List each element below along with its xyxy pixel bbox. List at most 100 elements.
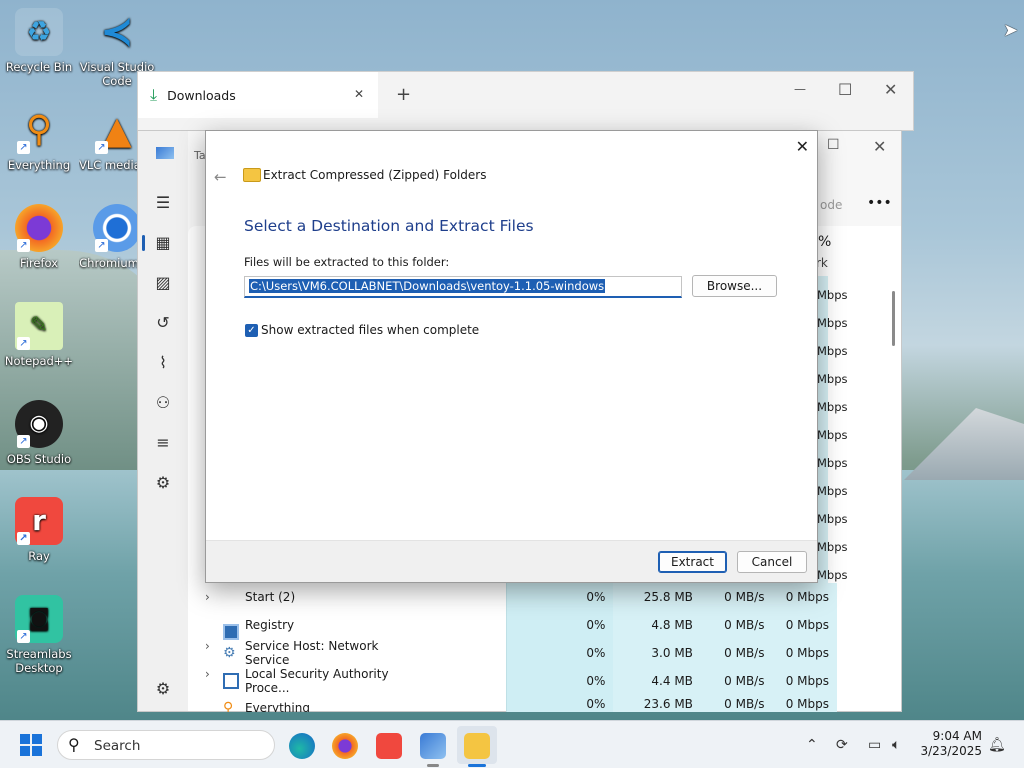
disk-value: 0 MB/s [700, 611, 773, 639]
firefox-icon[interactable] [332, 733, 358, 759]
cpu-value: 0% [506, 611, 614, 639]
network-value: Mbps [817, 288, 848, 302]
memory-value: 4.8 MB [613, 611, 701, 639]
efficiency-mode-fragment: ode [820, 198, 843, 212]
disk-value: 0 MB/s [700, 639, 773, 667]
network-value: Mbps [817, 316, 848, 330]
tab-label: Downloads [167, 87, 236, 103]
taskbar: ⚲ Search ⌃ ⟳ ▭ 🔈︎ 9:04 AM 3/23/2025 🔔︎ [0, 720, 1024, 768]
desktop-icon-recycle-bin[interactable]: ♻ Recycle Bin [1, 8, 77, 74]
volume-icon[interactable]: 🔈︎ [892, 737, 900, 753]
tab-downloads[interactable]: ⤓ Downloads ✕ [138, 72, 378, 118]
disk-value: 0 MB/s [700, 695, 773, 712]
window-app-icon [223, 673, 239, 689]
window-title-fragment: Ta [194, 149, 206, 162]
obs-icon: ◉ ↗ [15, 400, 63, 448]
network-value: Mbps [817, 400, 848, 414]
network-value: Mbps [817, 540, 848, 554]
close-button[interactable]: ✕ [873, 137, 886, 156]
users-icon[interactable]: ⚇ [153, 393, 173, 413]
clock[interactable]: 9:04 AM 3/23/2025 [920, 729, 982, 759]
desktop-icon-everything[interactable]: ⚲ ↗ Everything [1, 106, 77, 173]
cancel-button[interactable]: Cancel [737, 551, 807, 573]
destination-folder-input[interactable]: C:\Users\VM6.COLLABNET\Downloads\ventoy-… [244, 276, 682, 298]
ray-icon[interactable] [376, 733, 402, 759]
startup-apps-icon[interactable]: ⌇ [153, 353, 173, 373]
tab-close-button[interactable]: ✕ [354, 87, 364, 101]
windows-logo-icon [20, 734, 30, 744]
desktop-icon-ray[interactable]: r ↗ Ray [1, 497, 77, 563]
extract-dialog: ✕ ← Extract Compressed (Zipped) Folders … [205, 130, 818, 583]
process-name: Registry [245, 618, 295, 632]
running-indicator [468, 764, 486, 767]
ray-icon: r ↗ [15, 497, 63, 545]
new-tab-button[interactable]: + [396, 84, 411, 105]
services-icon[interactable]: ⚙ [153, 473, 173, 493]
desktop-icon-label: Firefox [19, 256, 59, 270]
registry-icon [223, 624, 239, 640]
clock-date: 3/23/2025 [920, 744, 982, 758]
chevron-right-icon[interactable]: › [205, 590, 210, 604]
network-values-visible: Mbps Mbps Mbps Mbps Mbps Mbps Mbps Mbps … [817, 281, 848, 589]
extract-button[interactable]: Extract [658, 551, 727, 573]
close-button[interactable]: ✕ [884, 80, 897, 99]
chevron-right-icon[interactable]: › [205, 667, 210, 681]
traffic-cone-icon: ▲ ↗ [93, 106, 141, 154]
network-value: 0 Mbps [772, 611, 837, 639]
cpu-value: 0% [506, 639, 614, 667]
table-row[interactable]: › Start (2) 0% 25.8 MB 0 MB/s 0 Mbps [187, 583, 837, 611]
file-explorer-icon[interactable] [464, 733, 490, 759]
details-icon[interactable]: ≡ [153, 433, 173, 453]
memory-value: 4.4 MB [613, 667, 701, 695]
close-button[interactable]: ✕ [796, 137, 809, 156]
table-row[interactable]: › Local Security Authority Proce... 0% 4.… [187, 667, 837, 695]
monitor-icon[interactable]: ▭ [868, 737, 881, 753]
maximize-button[interactable]: ☐ [827, 137, 840, 153]
table-row[interactable]: › ⚙ Service Host: Network Service 0% 3.0 M… [187, 639, 837, 667]
streamlabs-icon: ◙ ↗ [15, 595, 63, 643]
edge-icon[interactable] [289, 733, 315, 759]
firefox-icon: ↗ [15, 204, 63, 252]
desktop-icon-streamlabs[interactable]: ◙ ↗ Streamlabs Desktop [1, 595, 77, 675]
browse-button[interactable]: Browse... [692, 275, 777, 297]
desktop-icon-notepadpp[interactable]: ✎ ↗ Notepad++ [1, 302, 77, 368]
more-options-button[interactable]: ••• [867, 195, 892, 211]
network-value: Mbps [817, 484, 848, 498]
sync-icon[interactable]: ⟳ [836, 737, 848, 753]
network-value: Mbps [817, 456, 848, 470]
chevron-right-icon[interactable]: › [205, 639, 210, 653]
vertical-scrollbar[interactable] [892, 291, 895, 346]
performance-icon[interactable]: ▨ [153, 273, 173, 293]
desktop-icon-label: VLC media player [79, 158, 139, 172]
column-header-network-pct: % [818, 234, 832, 250]
hamburger-menu-icon[interactable]: ☰ [153, 193, 173, 213]
running-indicator [427, 764, 439, 767]
desktop-icon-firefox[interactable]: ↗ Firefox [1, 204, 77, 270]
clock-time: 9:04 AM [932, 729, 982, 743]
task-manager-icon[interactable] [420, 733, 446, 759]
dialog-title: Extract Compressed (Zipped) Folders [263, 168, 487, 182]
settings-icon[interactable]: ⚙ [153, 679, 173, 699]
table-row[interactable]: ⚲ Everything 0% 23.6 MB 0 MB/s 0 Mbps [187, 695, 837, 712]
network-value: 0 Mbps [772, 583, 837, 611]
desktop-icon-obs[interactable]: ◉ ↗ OBS Studio [1, 400, 77, 466]
selection-indicator [142, 235, 145, 251]
gear-icon: ⚙ [223, 645, 236, 661]
back-arrow-icon[interactable]: ← [214, 168, 227, 186]
maximize-button[interactable]: ☐ [838, 80, 852, 99]
minimize-button[interactable]: — [794, 82, 806, 96]
processes-icon[interactable]: ▦ [153, 233, 173, 253]
table-row[interactable]: Registry 0% 4.8 MB 0 MB/s 0 Mbps [187, 611, 837, 640]
search-box[interactable]: ⚲ Search [57, 730, 275, 760]
start-button[interactable] [20, 734, 42, 756]
app-history-icon[interactable]: ↺ [153, 313, 173, 333]
notification-bell-icon[interactable]: 🔔︎ [988, 737, 1006, 753]
cpu-value: 0% [506, 695, 614, 712]
chevron-up-icon[interactable]: ⌃ [806, 737, 818, 753]
disk-value: 0 MB/s [700, 583, 773, 611]
cpu-value: 0% [506, 583, 614, 611]
desktop-icon-label: Everything [7, 158, 71, 172]
mouse-cursor-icon: ➤ [1003, 20, 1019, 41]
network-value: 0 Mbps [772, 667, 837, 695]
show-files-checkbox[interactable]: ✓ [245, 324, 258, 337]
